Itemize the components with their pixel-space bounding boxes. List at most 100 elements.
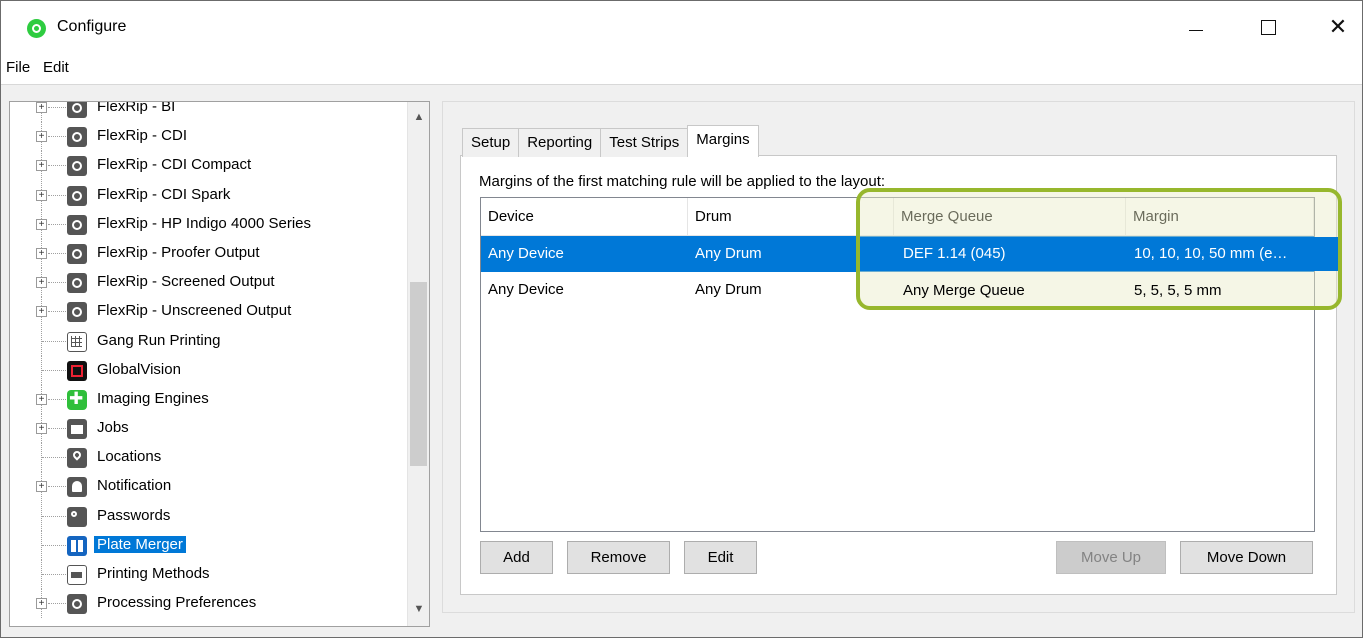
tab-margins[interactable]: Margins [687, 125, 759, 157]
add-button[interactable]: Add [480, 541, 553, 574]
imaging-engine-icon [67, 389, 87, 410]
expand-plus-icon[interactable]: + [36, 423, 47, 435]
maximize-button[interactable] [1245, 9, 1291, 45]
close-icon: ✕ [1328, 14, 1348, 39]
scroll-up-arrow-icon[interactable]: ▲ [408, 106, 429, 128]
tree-connector [48, 282, 66, 284]
maximize-icon [1260, 19, 1276, 35]
tree-item[interactable]: + FlexRip - CDI [10, 122, 406, 152]
move-up-button[interactable]: Move Up [1056, 541, 1166, 574]
tree-item[interactable]: + Jobs [10, 414, 406, 444]
tree-rows: + FlexRip - BI + FlexRip - CDI + FlexRip - CD… [10, 101, 406, 619]
tree-item[interactable]: GlobalVision [10, 355, 406, 385]
tree-item-label: FlexRip - HP Indigo 4000 Series [97, 214, 311, 232]
expand-plus-icon[interactable]: + [36, 481, 47, 493]
tree-item-label: FlexRip - CDI Spark [97, 185, 231, 203]
tree-item-label: FlexRip - Screened Output [97, 273, 275, 291]
plate-merger-icon [67, 535, 87, 556]
tree-item[interactable]: + FlexRip - CDI Compact [10, 151, 406, 181]
tree-connector [42, 544, 66, 546]
location-pin-icon [67, 448, 87, 469]
tree-item[interactable]: + FlexRip - BI [10, 101, 406, 122]
tree-item[interactable]: + FlexRip - Proofer Output [10, 238, 406, 268]
settings-tree: + FlexRip - BI + FlexRip - CDI + FlexRip - CD… [9, 101, 430, 627]
tree-item[interactable]: + Notification [10, 472, 406, 502]
expand-plus-icon[interactable]: + [36, 102, 47, 113]
bell-icon [67, 477, 87, 498]
cell-merge-queue: Any Merge Queue [903, 282, 1025, 299]
tree-item[interactable]: + Processing Preferences [10, 589, 406, 619]
key-icon [67, 506, 87, 527]
menu-bar: File Edit [1, 51, 1362, 85]
tree-item-label: FlexRip - Unscreened Output [97, 302, 292, 320]
tree-item-label: FlexRip - Proofer Output [97, 243, 260, 261]
expand-plus-icon[interactable]: + [36, 131, 47, 143]
grid-icon [67, 331, 87, 352]
expand-plus-icon[interactable]: + [36, 218, 47, 230]
expand-plus-icon[interactable]: + [36, 277, 47, 289]
expand-plus-icon[interactable]: + [36, 306, 47, 318]
tree-item-label: FlexRip - BI [97, 101, 176, 115]
tree-item-label: Notification [97, 477, 172, 495]
close-button[interactable]: ✕ [1315, 9, 1361, 45]
tree-connector [42, 457, 66, 459]
tree-connector [48, 428, 66, 430]
tree-item[interactable]: + FlexRip - Screened Output [10, 268, 406, 298]
tab-test-strips[interactable]: Test Strips [600, 128, 689, 157]
tree-item[interactable]: + FlexRip - HP Indigo 4000 Series [10, 209, 406, 239]
tree-scrollbar[interactable]: ▲ ▼ [407, 102, 429, 626]
tree-item[interactable]: Gang Run Printing [10, 326, 406, 356]
tree-connector [48, 398, 66, 400]
tree-item-label: GlobalVision [97, 360, 181, 378]
minimize-icon [1189, 29, 1203, 31]
move-down-button[interactable]: Move Down [1180, 541, 1313, 574]
scroll-thumb[interactable] [410, 282, 427, 466]
tree-item[interactable]: + FlexRip - Unscreened Output [10, 297, 406, 327]
tab-reporting[interactable]: Reporting [518, 128, 602, 157]
tree-connector [42, 369, 66, 371]
tree-item[interactable]: + FlexRip - CDI Spark [10, 180, 406, 210]
tree-connector [42, 574, 66, 575]
minimize-button[interactable] [1173, 9, 1219, 45]
tree-item[interactable]: Printing Methods [10, 560, 406, 589]
margins-caption: Margins of the first matching rule will … [479, 173, 886, 190]
tree-item[interactable]: Plate Merger [10, 530, 406, 560]
gear-icon [67, 302, 87, 323]
edit-button[interactable]: Edit [684, 541, 757, 574]
tab-setup[interactable]: Setup [462, 128, 520, 157]
expand-plus-icon[interactable]: + [36, 160, 47, 172]
cell-merge-queue: DEF 1.14 (045) [903, 245, 1006, 262]
gear-icon [67, 102, 87, 118]
app-logo-icon [27, 19, 46, 38]
tree-item-label: Printing Methods [97, 565, 210, 582]
cell-margin: 10, 10, 10, 50 mm (e… [1134, 245, 1288, 262]
menu-file[interactable]: File [6, 59, 30, 76]
tree-item[interactable]: + Imaging Engines [10, 384, 406, 414]
expand-plus-icon[interactable]: + [36, 393, 47, 405]
scroll-down-arrow-icon[interactable]: ▼ [408, 598, 429, 620]
tree-item-label: Processing Preferences [97, 594, 257, 612]
cell-device: Any Device [488, 281, 564, 298]
tree-connector [48, 486, 66, 488]
tree-item-label: Locations [97, 448, 162, 466]
tree-item[interactable]: Passwords [10, 501, 406, 531]
gear-icon [67, 185, 87, 206]
tree-connector [48, 252, 66, 254]
remove-button[interactable]: Remove [567, 541, 670, 574]
window-title: Configure [57, 18, 127, 35]
gear-icon [67, 127, 87, 148]
tree-item[interactable]: Locations [10, 443, 406, 473]
expand-plus-icon[interactable]: + [36, 247, 47, 259]
tree-connector [48, 603, 66, 605]
expand-plus-icon[interactable]: + [36, 189, 47, 201]
tree-item-label: Passwords [97, 506, 171, 524]
expand-plus-icon[interactable]: + [36, 598, 47, 610]
tab-strip: Setup Reporting Test Strips Margins [462, 125, 759, 157]
tree-connector [42, 515, 66, 517]
printer-icon [67, 565, 87, 585]
cell-margin: 5, 5, 5, 5 mm [1134, 282, 1222, 299]
tree-item-label: Jobs [97, 419, 129, 437]
column-header-device[interactable]: Device [481, 198, 688, 236]
tree-connector [48, 165, 66, 167]
menu-edit[interactable]: Edit [43, 59, 69, 76]
